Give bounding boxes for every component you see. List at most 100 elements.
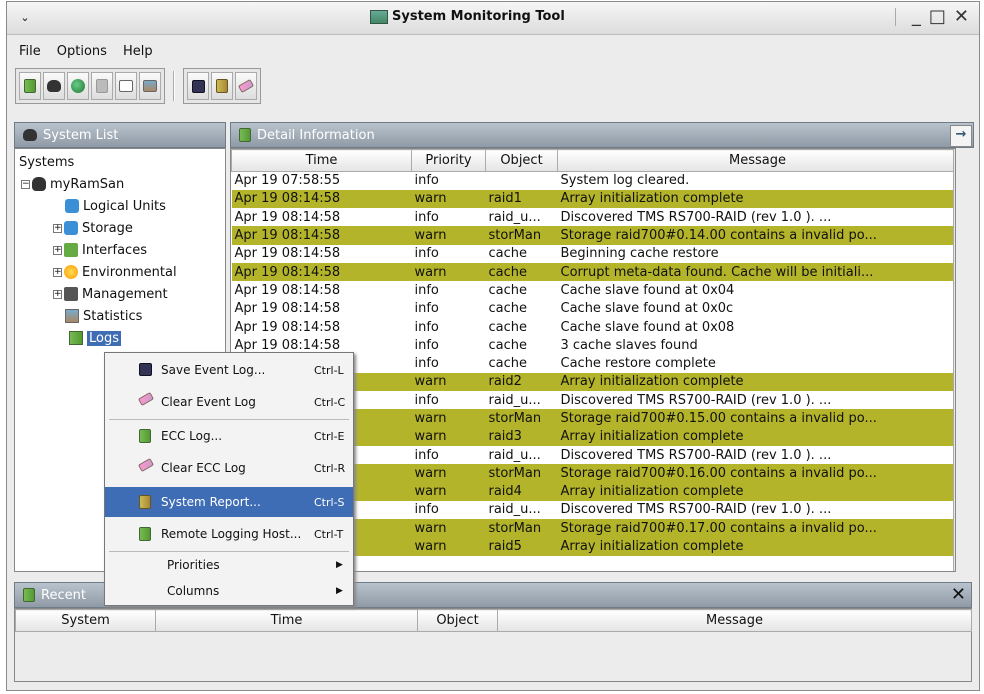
book-icon — [69, 331, 83, 345]
toolbar — [15, 68, 261, 104]
disabled-button[interactable] — [91, 72, 113, 100]
tree-item-myramsan[interactable]: − myRamSan — [21, 173, 124, 195]
table-cell: info — [414, 301, 439, 317]
table-cell: Apr 19 08:14:58 — [234, 282, 341, 298]
table-cell: raid_u... — [488, 502, 541, 518]
maximize-button[interactable]: □ — [929, 6, 946, 27]
clear-log-button[interactable] — [235, 72, 257, 100]
disabled-icon — [96, 79, 108, 93]
tree-item-management[interactable]: + Management — [53, 283, 168, 305]
pane-button[interactable] — [115, 72, 137, 100]
table-cell: warn — [411, 189, 486, 209]
toolbar-group-2 — [183, 68, 261, 104]
table-cell: Cache slave found at 0x0c — [560, 301, 734, 317]
table-cell: Apr 19 08:14:58 — [231, 189, 412, 209]
ecc-log-button[interactable] — [19, 72, 41, 100]
window-title: System Monitoring Tool — [370, 9, 565, 24]
menu-item-clear-ecc-log[interactable]: Clear ECC Log Ctrl-R — [105, 453, 353, 483]
column-header-message[interactable]: Message — [557, 149, 955, 172]
menu-item-remote-logging-host[interactable]: Remote Logging Host... Ctrl-T — [105, 519, 353, 549]
report-icon — [216, 79, 228, 93]
recent-header-time[interactable]: Time — [155, 609, 418, 632]
save-icon — [139, 363, 152, 376]
table-cell: Discovered TMS RS700-RAID (rev 1.0 ). ..… — [560, 447, 832, 463]
table-cell: info — [414, 337, 439, 353]
chart-icon — [65, 309, 79, 323]
recent-header-object[interactable]: Object — [417, 609, 498, 632]
table-cell: Array initialization complete — [557, 482, 955, 501]
menu-item-priorities[interactable]: Priorities ▶ — [105, 551, 353, 579]
table-cell: Corrupt meta-data found. Cache will be i… — [557, 262, 955, 282]
window-menu-icon[interactable]: ⌄ — [17, 10, 33, 26]
table-cell: warn — [411, 262, 486, 282]
table-cell: warn — [411, 537, 486, 556]
column-header-object[interactable]: Object — [485, 149, 558, 172]
collapse-icon[interactable]: − — [21, 179, 30, 189]
table-cell: 3 cache slaves found — [560, 337, 698, 353]
table-row[interactable]: Apr 19 08:14:58 warn cache Corrupt meta-dat… — [231, 262, 955, 282]
eraser-icon — [137, 458, 155, 472]
tree-root-systems[interactable]: Systems — [19, 151, 74, 173]
menu-item-clear-event-log[interactable]: Clear Event Log Ctrl-C — [105, 387, 353, 417]
close-panel-button[interactable]: ✕ — [951, 584, 966, 605]
table-cell: info — [414, 173, 439, 189]
column-header-priority[interactable]: Priority — [411, 149, 486, 172]
save-log-button[interactable] — [187, 72, 209, 100]
menu-bar: File Options Help — [7, 36, 979, 66]
table-cell: System log cleared. — [560, 173, 690, 189]
table-row[interactable]: Apr 19 08:14:58 warn raid1 Array initializa… — [231, 189, 955, 209]
title-bar: ⌄ System Monitoring Tool _ □ ✕ — [7, 2, 979, 35]
expand-icon[interactable]: + — [53, 223, 62, 233]
menu-options[interactable]: Options — [49, 44, 115, 59]
table-row[interactable]: Apr 19 07:58:55 info System log cleared. — [232, 172, 956, 190]
table-cell: info — [414, 319, 439, 335]
table-cell: raid5 — [485, 537, 558, 556]
flag-icon — [64, 243, 78, 257]
table-cell: storMan — [485, 519, 558, 538]
table-cell: Apr 19 08:14:58 — [234, 301, 341, 317]
menu-item-columns[interactable]: Columns ▶ — [105, 577, 353, 605]
column-header-time[interactable]: Time — [231, 149, 412, 172]
tree-item-storage[interactable]: + Storage — [53, 217, 133, 239]
expand-icon[interactable]: + — [53, 267, 62, 277]
table-row[interactable]: Apr 19 08:14:58 info cache Cache slave foun… — [232, 300, 956, 318]
table-row[interactable]: Apr 19 08:14:58 info cache Cache slave foun… — [232, 281, 956, 299]
eraser-icon — [137, 392, 155, 406]
expand-icon[interactable]: + — [53, 289, 62, 299]
table-cell: Array initialization complete — [557, 372, 955, 392]
table-row[interactable]: Apr 19 08:14:58warnstorManStorage raid70… — [231, 226, 955, 245]
table-row[interactable]: Apr 19 08:14:58 info cache Beginning cache … — [232, 245, 956, 263]
menu-item-system-report[interactable]: System Report... Ctrl-S — [105, 487, 353, 517]
expand-icon[interactable]: + — [53, 245, 62, 255]
table-cell: Storage raid700#0.15.00 contains a inval… — [557, 409, 955, 428]
eraser-icon — [237, 79, 255, 93]
table-cell: info — [414, 356, 439, 372]
recent-header-system[interactable]: System — [15, 609, 156, 632]
network-button[interactable] — [67, 72, 89, 100]
tree-item-interfaces[interactable]: + Interfaces — [53, 239, 147, 261]
arrow-right-button[interactable]: → — [950, 125, 972, 147]
table-row[interactable]: Apr 19 08:14:58 info cache Cache slave foun… — [232, 318, 956, 336]
menu-file[interactable]: File — [11, 44, 49, 59]
menu-help[interactable]: Help — [115, 44, 161, 59]
tree-item-statistics[interactable]: Statistics — [65, 305, 142, 327]
tree-item-logs[interactable]: Logs — [69, 327, 121, 349]
menu-item-ecc-log[interactable]: ECC Log... Ctrl-E — [105, 421, 353, 451]
report-icon — [139, 495, 151, 509]
menu-item-save-event-log[interactable]: Save Event Log... Ctrl-L — [105, 355, 353, 385]
tree-item-environmental[interactable]: + Environmental — [53, 261, 177, 283]
table-cell: info — [414, 392, 439, 408]
close-button[interactable]: ✕ — [954, 6, 969, 27]
tree-item-logical-units[interactable]: Logical Units — [65, 195, 166, 217]
minimize-button[interactable]: _ — [912, 6, 921, 27]
system-button[interactable] — [43, 72, 65, 100]
table-cell: Cache slave found at 0x04 — [560, 282, 735, 298]
system-report-button[interactable] — [211, 72, 233, 100]
table-row[interactable]: Apr 19 08:14:58 info raid_u... Discovered T… — [232, 208, 956, 226]
statistics-button[interactable] — [139, 72, 161, 100]
table-cell: Apr 19 07:58:55 — [234, 173, 341, 189]
table-cell: info — [414, 447, 439, 463]
recent-table-container: System Time Object Message — [14, 608, 972, 682]
book-icon — [24, 79, 36, 93]
recent-header-message[interactable]: Message — [497, 609, 972, 632]
